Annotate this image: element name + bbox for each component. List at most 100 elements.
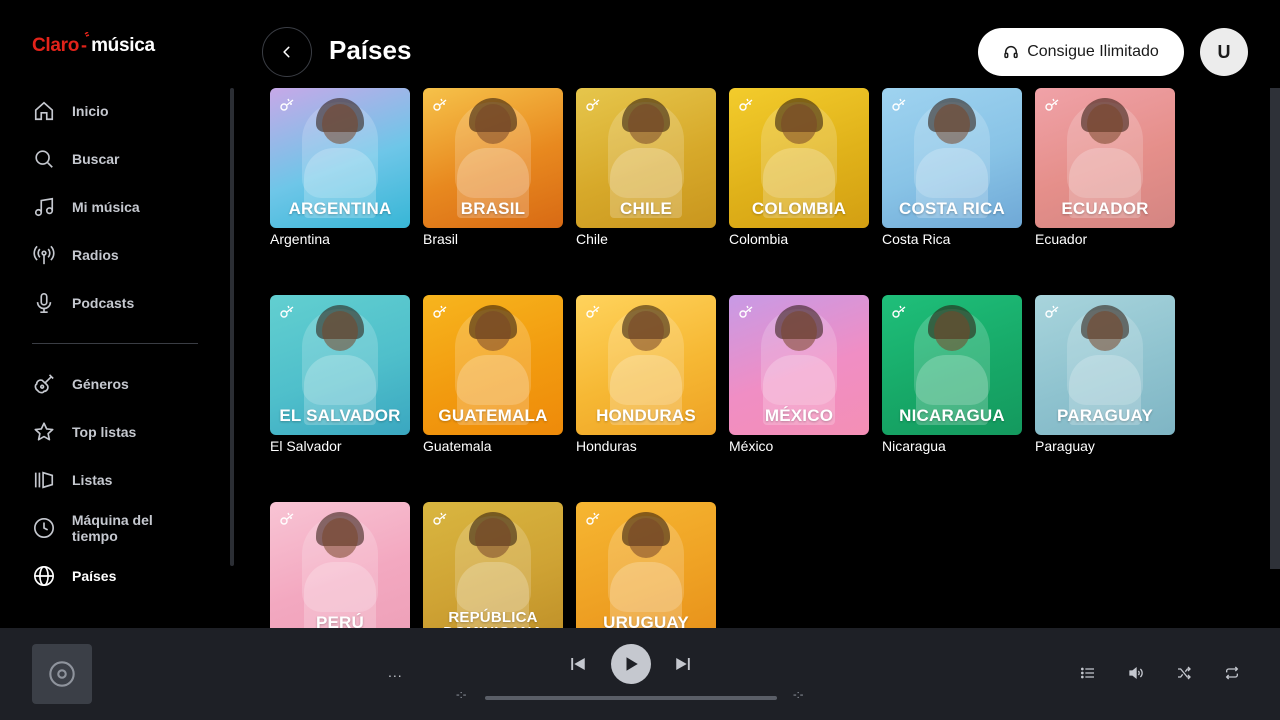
country-card[interactable]: EL SALVADOR El Salvador	[270, 295, 410, 454]
sidebar-scrollbar[interactable]	[230, 88, 234, 566]
next-icon	[674, 655, 692, 673]
country-name: Honduras	[576, 438, 637, 454]
cta-label: Consigue Ilimitado	[1027, 43, 1159, 60]
playlist-icon	[32, 468, 56, 492]
consigue-ilimitado-button[interactable]: Consigue Ilimitado	[978, 28, 1184, 76]
countries-grid: ARGENTINA Argentina BRASIL Brasil CHILE Chile…	[270, 88, 1230, 628]
country-thumbnail: ECUADOR	[1035, 88, 1175, 228]
country-card[interactable]: HONDURAS Honduras	[576, 295, 716, 454]
shuffle-button[interactable]	[1172, 661, 1196, 685]
sidebar-item-mi-musica[interactable]: Mi música	[32, 183, 202, 231]
country-thumbnail: NICARAGUA	[882, 295, 1022, 435]
sidebar-item-paises[interactable]: Países	[32, 552, 202, 600]
sidebar-item-top-listas[interactable]: Top listas	[32, 408, 202, 456]
sidebar-item-label: Radios	[72, 247, 119, 263]
more-options-button[interactable]: ...	[388, 664, 403, 680]
avatar[interactable]: U	[1200, 28, 1248, 76]
playlist-badge-icon	[738, 96, 754, 112]
disc-icon	[48, 660, 76, 688]
playlist-badge-icon	[585, 96, 601, 112]
headphones-icon	[1003, 44, 1019, 60]
country-card[interactable]: ECUADOR Ecuador	[1035, 88, 1175, 247]
country-thumbnail: MÉXICO	[729, 295, 869, 435]
sidebar-item-radios[interactable]: Radios	[32, 231, 202, 279]
country-name: Brasil	[423, 231, 459, 247]
thumbnail-title: CHILE	[620, 199, 672, 218]
country-card[interactable]: URUGUAYUruguay	[576, 502, 716, 628]
country-name: Ecuador	[1035, 231, 1088, 247]
playlist-badge-icon	[891, 303, 907, 319]
play-icon	[622, 655, 640, 673]
country-name: Colombia	[729, 231, 789, 247]
sidebar-item-label: Listas	[72, 472, 113, 488]
globe-icon	[32, 564, 56, 588]
guitar-icon	[32, 372, 56, 396]
cover-art	[32, 644, 92, 704]
sidebar: Claro - música Inicio Buscar Mi música R…	[0, 0, 240, 628]
playlist-badge-icon	[585, 510, 601, 526]
sidebar-item-podcasts[interactable]: Podcasts	[32, 279, 202, 327]
sidebar-item-inicio[interactable]: Inicio	[32, 87, 202, 135]
country-card[interactable]: PERÚPerú	[270, 502, 410, 628]
playlist-badge-icon	[1044, 96, 1060, 112]
country-card[interactable]: PARAGUAY Paraguay	[1035, 295, 1175, 454]
sidebar-item-label: Buscar	[72, 151, 120, 167]
page-title: Países	[329, 35, 412, 65]
thumbnail-title: ECUADOR	[1061, 199, 1149, 218]
country-card[interactable]: REPÚBLICA DOMINICANARepública Dominicana	[423, 502, 563, 628]
country-card[interactable]: NICARAGUA Nicaragua	[882, 295, 1022, 454]
shuffle-icon	[1176, 665, 1192, 681]
clock-icon	[32, 516, 56, 540]
thumbnail-title: GUATEMALA	[438, 406, 548, 425]
queue-button[interactable]	[1076, 661, 1100, 685]
country-thumbnail: CHILE	[576, 88, 716, 228]
thumbnail-title: MÉXICO	[764, 406, 834, 425]
country-thumbnail: GUATEMALA	[423, 295, 563, 435]
country-name: El Salvador	[270, 438, 342, 454]
country-name: Chile	[576, 231, 608, 247]
thumbnail-title: NICARAGUA	[899, 406, 1005, 425]
queue-icon	[1080, 665, 1096, 681]
previous-button[interactable]	[566, 652, 590, 676]
main-scrollbar[interactable]	[1270, 88, 1280, 569]
country-name: Costa Rica	[882, 231, 951, 247]
country-thumbnail: PARAGUAY	[1035, 295, 1175, 435]
country-card[interactable]: ARGENTINA Argentina	[270, 88, 410, 247]
country-card[interactable]: MÉXICO México	[729, 295, 869, 454]
sidebar-item-maquina-del-tiempo[interactable]: Máquina del tiempo	[32, 504, 202, 552]
logo-accent: -	[80, 31, 90, 60]
sidebar-item-label: Podcasts	[72, 295, 135, 311]
previous-icon	[569, 655, 587, 673]
volume-icon	[1128, 665, 1144, 681]
sidebar-item-listas[interactable]: Listas	[32, 456, 202, 504]
thumbnail-title: ARGENTINA	[288, 199, 392, 218]
repeat-icon	[1224, 665, 1240, 681]
country-name: Argentina	[270, 231, 330, 247]
sidebar-item-generos[interactable]: Géneros	[32, 360, 202, 408]
chevron-left-icon	[280, 45, 294, 59]
country-card[interactable]: COSTA RICA Costa Rica	[882, 88, 1022, 247]
next-button[interactable]	[671, 652, 695, 676]
claro-musica-logo[interactable]: Claro - música	[32, 31, 155, 60]
volume-button[interactable]	[1124, 661, 1148, 685]
country-name: México	[729, 438, 774, 454]
thumbnail-title: PERÚ	[315, 613, 365, 628]
time-elapsed: -:-	[456, 689, 467, 701]
country-card[interactable]: BRASIL Brasil	[423, 88, 563, 247]
play-button[interactable]	[611, 644, 651, 684]
country-thumbnail: HONDURAS	[576, 295, 716, 435]
country-card[interactable]: GUATEMALA Guatemala	[423, 295, 563, 454]
country-thumbnail: EL SALVADOR	[270, 295, 410, 435]
country-card[interactable]: COLOMBIA Colombia	[729, 88, 869, 247]
search-icon	[32, 147, 56, 171]
thumbnail-title: HONDURAS	[596, 406, 696, 425]
progress-bar[interactable]	[485, 696, 777, 700]
sidebar-item-buscar[interactable]: Buscar	[32, 135, 202, 183]
country-thumbnail: COLOMBIA	[729, 88, 869, 228]
playlist-badge-icon	[1044, 303, 1060, 319]
repeat-button[interactable]	[1220, 661, 1244, 685]
country-card[interactable]: CHILE Chile	[576, 88, 716, 247]
back-button[interactable]	[262, 27, 312, 77]
playlist-badge-icon	[279, 303, 295, 319]
playlist-badge-icon	[585, 303, 601, 319]
